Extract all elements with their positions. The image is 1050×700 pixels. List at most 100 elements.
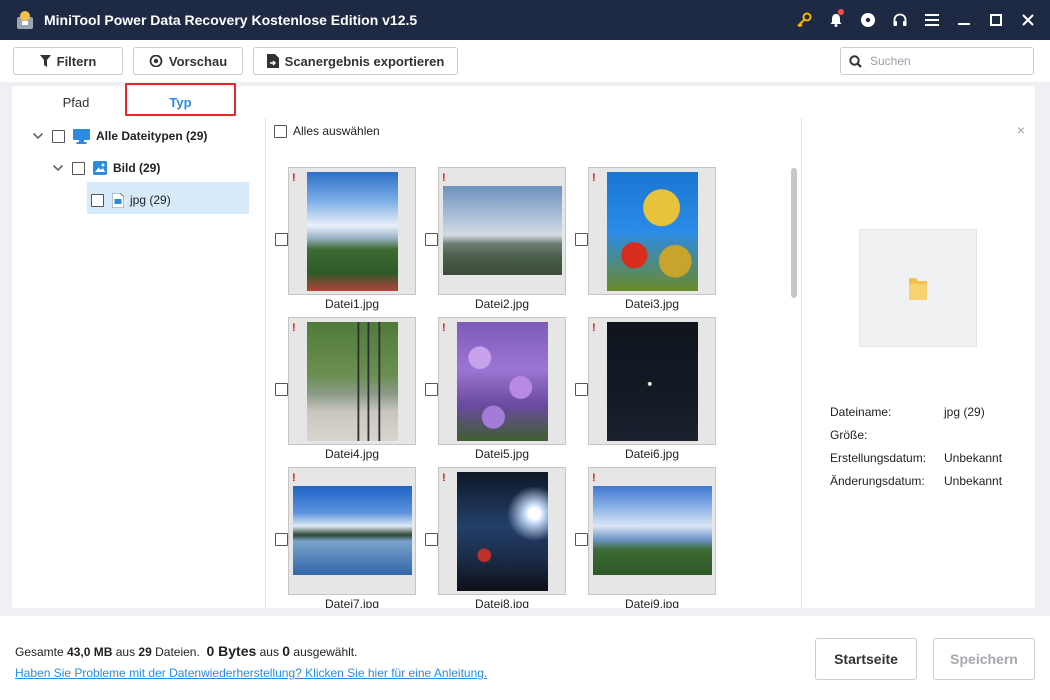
filter-button[interactable]: Filtern: [13, 47, 123, 75]
thumbnail: !: [588, 467, 716, 595]
home-button[interactable]: Startseite: [815, 638, 917, 680]
file-checkbox[interactable]: [275, 233, 288, 246]
summary-mid2: Dateien.: [151, 645, 200, 659]
maximize-icon[interactable]: [980, 0, 1012, 40]
file-name: Datei3.jpg: [624, 297, 680, 311]
thumbnail: !: [588, 317, 716, 445]
save-button[interactable]: Speichern: [933, 638, 1035, 680]
tree-item-jpg[interactable]: jpg (29): [91, 184, 171, 216]
file-checkbox[interactable]: [275, 383, 288, 396]
tree-item-all-types[interactable]: Alle Dateitypen (29): [32, 120, 207, 152]
file-name: Datei4.jpg: [324, 447, 380, 461]
file-tile[interactable]: ! Datei1.jpg: [269, 167, 419, 317]
summary-suffix: ausgewählt.: [290, 645, 358, 659]
warning-icon: !: [592, 322, 596, 334]
warning-icon: !: [592, 472, 596, 484]
main-panel: Pfad Typ Alle Dateitypen (29) Bild (29) …: [12, 83, 1035, 608]
file-name: Datei2.jpg: [474, 297, 530, 311]
export-button[interactable]: Scanergebnis exportieren: [253, 47, 458, 75]
bell-icon[interactable]: [820, 0, 852, 40]
warning-icon: !: [292, 172, 296, 184]
file-checkbox[interactable]: [275, 533, 288, 546]
tree-checkbox-image[interactable]: [72, 161, 85, 175]
file-tile[interactable]: ! Datei6.jpg: [569, 317, 719, 467]
warning-icon: !: [442, 472, 446, 484]
file-checkbox[interactable]: [575, 233, 588, 246]
file-name: Datei8.jpg: [474, 597, 530, 608]
summary-mid1: aus: [112, 645, 139, 659]
warning-icon: !: [292, 472, 296, 484]
thumbnail: !: [288, 317, 416, 445]
folder-icon: [909, 278, 927, 300]
preview-label: Vorschau: [168, 53, 228, 69]
selected-bytes: 0 Bytes: [206, 643, 257, 659]
search-box[interactable]: [840, 47, 1034, 75]
headset-icon[interactable]: [884, 0, 916, 40]
minimize-icon[interactable]: [948, 0, 980, 40]
filter-icon: [39, 55, 51, 67]
warning-icon: !: [292, 322, 296, 334]
scrollbar-thumb[interactable]: [791, 168, 797, 298]
chevron-down-icon[interactable]: [32, 130, 44, 142]
preview-button[interactable]: Vorschau: [133, 47, 243, 75]
grid-scrollbar[interactable]: [790, 120, 798, 606]
file-name: Datei6.jpg: [624, 447, 680, 461]
thumbnail: !: [438, 467, 566, 595]
select-all-label: Alles auswählen: [293, 124, 380, 138]
file-tile[interactable]: ! Datei3.jpg: [569, 167, 719, 317]
thumbnail: !: [588, 167, 716, 295]
info-modified-key: Änderungsdatum:: [830, 474, 925, 488]
file-tile[interactable]: ! Datei2.jpg: [419, 167, 569, 317]
footer: Gesamte 43,0 MB aus 29 Dateien. 0 Bytes …: [0, 616, 1050, 700]
photo-sun-flare: [457, 472, 548, 591]
title-bar: MiniTool Power Data Recovery Kostenlose …: [0, 0, 1050, 40]
help-link[interactable]: Haben Sie Probleme mit der Datenwiederhe…: [15, 666, 487, 680]
file-name: Datei5.jpg: [474, 447, 530, 461]
image-icon: [93, 161, 107, 175]
photo-night-moon: [607, 322, 698, 441]
file-checkbox[interactable]: [425, 383, 438, 396]
thumbnail: !: [438, 317, 566, 445]
file-checkbox[interactable]: [425, 233, 438, 246]
toolbar: Filtern Vorschau Scanergebnis exportiere…: [0, 40, 1050, 82]
tree-label-image: Bild (29): [113, 161, 161, 175]
close-preview-icon[interactable]: ×: [1017, 122, 1025, 138]
summary-mid3: aus: [256, 645, 283, 659]
eye-icon: [149, 55, 163, 67]
total-files: 29: [138, 645, 152, 659]
disc-icon[interactable]: [852, 0, 884, 40]
info-modified-value: Unbekannt: [944, 474, 1003, 488]
file-checkbox[interactable]: [575, 533, 588, 546]
menu-icon[interactable]: [916, 0, 948, 40]
close-icon[interactable]: [1012, 0, 1044, 40]
select-all-checkbox[interactable]: [274, 124, 287, 138]
file-tile[interactable]: ! Datei5.jpg: [419, 317, 569, 467]
file-tile[interactable]: ! Datei9.jpg: [569, 467, 719, 608]
tree-item-image[interactable]: Bild (29): [52, 152, 160, 184]
export-icon: [266, 54, 279, 68]
filter-label: Filtern: [56, 53, 97, 69]
tree-checkbox-all[interactable]: [52, 129, 65, 143]
file-name: Datei7.jpg: [324, 597, 380, 608]
file-checkbox[interactable]: [425, 533, 438, 546]
file-name: Datei1.jpg: [324, 297, 380, 311]
file-tile[interactable]: ! Datei8.jpg: [419, 467, 569, 608]
info-size: Größe:: [830, 428, 944, 442]
key-icon[interactable]: [788, 0, 820, 40]
chevron-down-icon[interactable]: [52, 162, 64, 174]
search-icon: [849, 54, 862, 68]
file-tile[interactable]: ! Datei7.jpg: [269, 467, 419, 608]
warning-icon: !: [592, 172, 596, 184]
search-input[interactable]: [870, 54, 1020, 68]
file-checkbox[interactable]: [575, 383, 588, 396]
select-all[interactable]: Alles auswählen: [274, 124, 380, 138]
file-tile[interactable]: ! Datei4.jpg: [269, 317, 419, 467]
tab-path[interactable]: Pfad: [32, 86, 120, 118]
app-logo-icon: [17, 11, 33, 29]
tree-divider: [265, 118, 266, 608]
info-created: Erstellungsdatum: Unbekannt: [830, 451, 1002, 465]
tab-path-label: Pfad: [62, 94, 90, 110]
thumbnail: !: [288, 467, 416, 595]
tree-checkbox-jpg[interactable]: [91, 193, 104, 207]
info-filename: Dateiname: jpg (29): [830, 405, 985, 419]
